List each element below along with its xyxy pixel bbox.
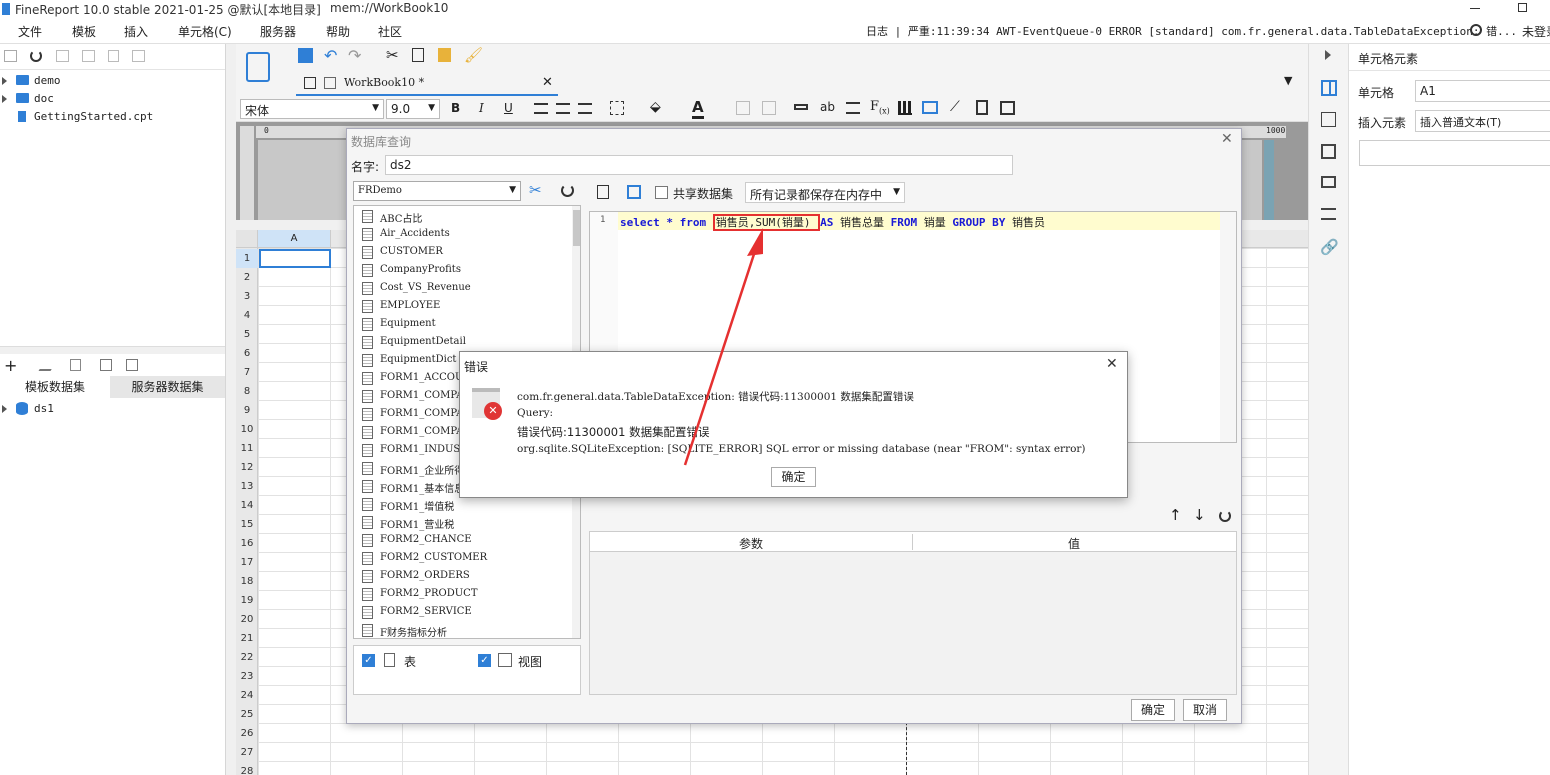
annotation-arrow: [683, 228, 763, 466]
annotation-arrow-line: [683, 247, 758, 466]
annotation-arrow-head: [747, 228, 763, 256]
